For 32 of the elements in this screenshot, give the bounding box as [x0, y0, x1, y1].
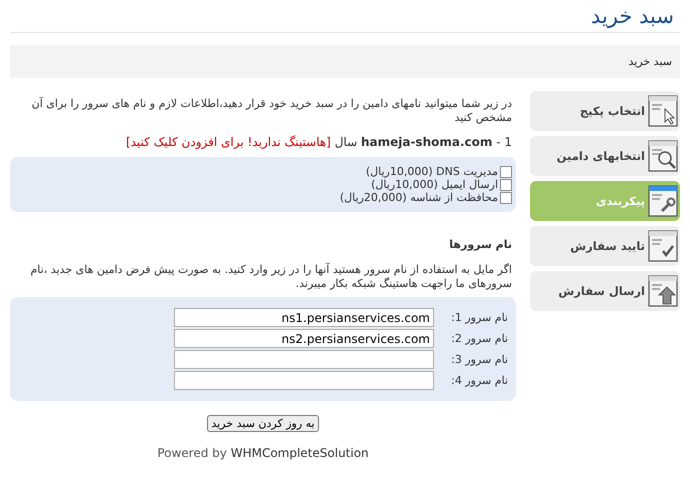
- input-field[interactable]: [174, 371, 434, 390]
- page-title: سبد خرید: [10, 4, 680, 33]
- checkbox[interactable]: [500, 178, 512, 190]
- section-heading: نام سرورها: [448, 238, 512, 251]
- checkbox-label: ارسال ایمیل (10,000ریال): [371, 178, 498, 191]
- field-label: نام سرور 3:: [450, 353, 508, 366]
- step-tab[interactable]: انتخاب پکیج: [530, 91, 680, 131]
- breadcrumb-bar: سبد خرید: [10, 45, 680, 78]
- field-label: نام سرور 4:: [450, 374, 508, 387]
- field-label: نام سرور 2:: [450, 332, 508, 345]
- checkbox[interactable]: [500, 192, 512, 204]
- cursor-icon: [648, 95, 678, 127]
- field-label: نام سرور 1:: [450, 311, 508, 324]
- input-field[interactable]: ns1.persianservices.com: [174, 308, 434, 327]
- checkmark-icon: [648, 230, 678, 262]
- footer-text: Powered by WHMCompleteSolution: [156, 446, 370, 460]
- checkbox-label: مدیریت DNS (10,000ریال): [366, 165, 498, 178]
- input-field[interactable]: ns2.persianservices.com: [174, 329, 434, 348]
- update-cart-button[interactable]: به روز کردن سبد خرید: [207, 415, 319, 432]
- upload-icon: [648, 275, 678, 307]
- step-tab[interactable]: انتخابهای دامین: [530, 136, 680, 176]
- input-field[interactable]: [174, 350, 434, 369]
- intro-text: در زیر شما میتوانید نامهای دامین را در سبد خرید خود قرار دهید،اطلاعات لازم و نام های سرور را برای آن مشخص کنید: [30, 97, 513, 125]
- footer-link[interactable]: WHMCompleteSolution: [230, 446, 369, 460]
- wrench-icon: [648, 185, 678, 217]
- add-hosting-link[interactable]: [هاستینگ ندارید! برای افزودن کلیک کنید]: [126, 135, 331, 149]
- step-tab[interactable]: ارسال سفارش: [530, 271, 680, 311]
- checkbox[interactable]: [500, 166, 512, 178]
- step-tab[interactable]: تایید سفارش: [530, 226, 680, 266]
- nameservers-note: اگر مایل به استفاده از نام سرور هستید آنها را در زیر وارد کنید. به صورت پیش فرض دامین های جدید ،نام سرورهای ما راجهت هاستینگ شبکه بکار میبرند.: [29, 263, 513, 291]
- checkbox-label: محافظت از شناسه (20,000ریال): [340, 191, 498, 204]
- magnifier-icon: [648, 140, 678, 172]
